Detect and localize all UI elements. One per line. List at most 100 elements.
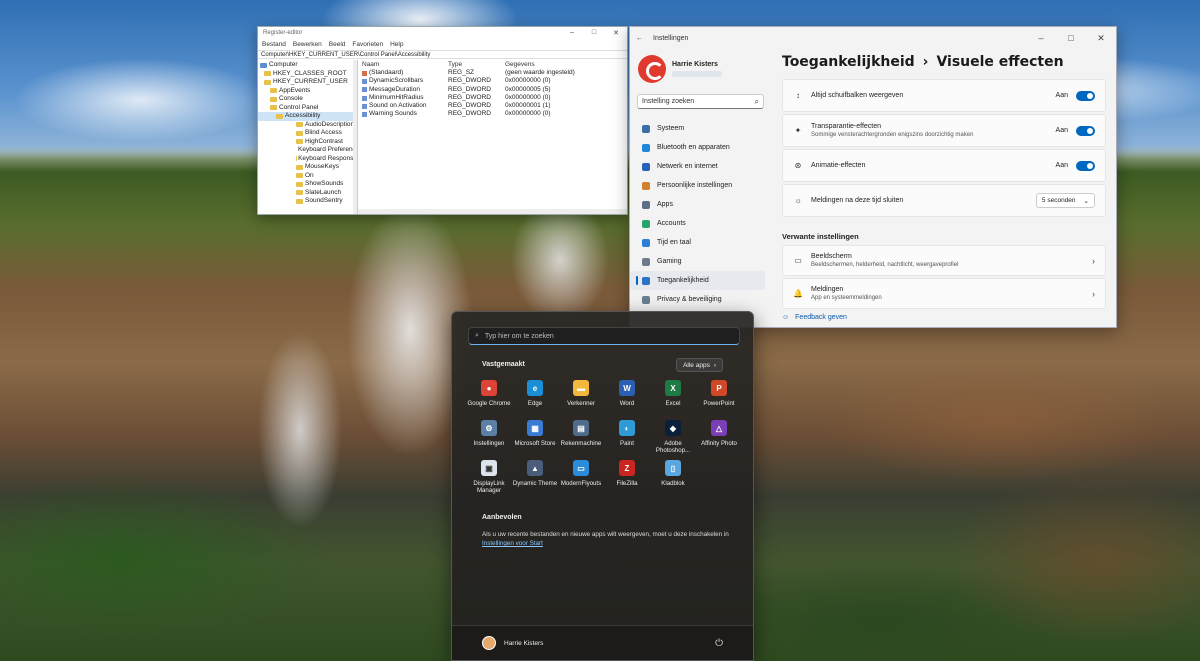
value-data: 0x00000001 (1) xyxy=(505,102,551,110)
menu-item[interactable]: Beeld xyxy=(329,41,346,48)
search-icon[interactable]: ⌕ xyxy=(755,97,759,107)
power-icon[interactable]: ⏻ xyxy=(715,638,723,649)
regedit-titlebar[interactable]: Register-editor – □ ✕ xyxy=(258,27,627,39)
nav-item-toegankelijkheid[interactable]: Toegankelijkheid xyxy=(630,271,765,290)
maximize-icon[interactable]: □ xyxy=(1056,33,1086,44)
related-setting-beeldscherm[interactable]: ▭ Beeldscherm Beeldschermen, helderheid, n… xyxy=(782,245,1106,276)
registry-editor-window[interactable]: Register-editor – □ ✕ Bestand Bewerken Bee… xyxy=(257,26,628,215)
app-excel[interactable]: X Excel xyxy=(650,380,696,420)
nav-item-bluetooth-en-apparaten[interactable]: Bluetooth en apparaten xyxy=(630,138,765,157)
table-row[interactable]: Sound on Activation REG_DWORD 0x00000001 (… xyxy=(358,102,627,110)
table-row[interactable]: (Standaard) REG_SZ (geen waarde ingesteld) xyxy=(358,69,627,77)
column-type[interactable]: Type xyxy=(448,60,505,69)
nav-item-label: Tijd en taal xyxy=(657,239,691,246)
column-data[interactable]: Gegevens xyxy=(505,60,627,69)
nav-item-apps[interactable]: Apps xyxy=(630,195,765,214)
toggle-switch[interactable] xyxy=(1076,160,1095,171)
table-row[interactable]: MessageDuration REG_DWORD 0x00000005 (5) xyxy=(358,86,627,94)
app-paint[interactable]: ◐ Paint xyxy=(604,420,650,460)
tree-node[interactable]: Keyboard Response xyxy=(258,155,357,164)
back-arrow-icon[interactable]: ← xyxy=(636,35,643,42)
start-settings-link[interactable]: Instellingen voor Start xyxy=(482,540,543,547)
tree-node[interactable]: HighContrast xyxy=(258,138,357,147)
tree-node[interactable]: ShowSounds xyxy=(258,180,357,189)
string-value-icon xyxy=(362,70,367,76)
start-search-input[interactable]: ⌕ Typ hier om te zoeken xyxy=(468,327,740,345)
breadcrumb-parent[interactable]: Toegankelijkheid xyxy=(782,54,915,70)
binary-value-icon xyxy=(362,95,367,101)
settings-titlebar[interactable]: ← Instellingen – □ ✕ xyxy=(630,27,1116,49)
nav-item-persoonlijke-instellingen[interactable]: Persoonlijke instellingen xyxy=(630,176,765,195)
all-apps-button[interactable]: Alle apps › xyxy=(676,358,723,372)
nav-item-netwerk-en-internet[interactable]: Netwerk en internet xyxy=(630,157,765,176)
tree-node[interactable]: MouseKeys xyxy=(258,163,357,172)
tree-node[interactable]: SoundSentry xyxy=(258,197,357,206)
settings-content: Toegankelijkheid › Visuele effecten ↕ Alt… xyxy=(782,49,1106,327)
nav-item-tijd-en-taal[interactable]: Tijd en taal xyxy=(630,233,765,252)
tree-node[interactable]: Keyboard Preference xyxy=(258,146,357,155)
app-label: Adobe Photoshop... xyxy=(655,440,691,454)
settings-window[interactable]: ← Instellingen – □ ✕ Harrie Kisters Inst… xyxy=(629,26,1117,328)
notification-duration-dropdown[interactable]: 5 seconden ⌄ xyxy=(1035,193,1095,208)
profile-name: Harrie Kisters xyxy=(672,61,718,68)
tree-node[interactable]: HKEY_CLASSES_ROOT xyxy=(258,70,357,79)
menu-item[interactable]: Help xyxy=(390,41,403,48)
app-affinity-photo[interactable]: △ Affinity Photo xyxy=(696,420,742,460)
app-dynamic-theme[interactable]: ▲ Dynamic Theme xyxy=(512,460,558,500)
app-edge[interactable]: e Edge xyxy=(512,380,558,420)
nav-item-gaming[interactable]: Gaming xyxy=(630,252,765,271)
toggle-switch[interactable] xyxy=(1076,125,1095,136)
regedit-address-bar[interactable]: Computer\HKEY_CURRENT_USER\Control Panel… xyxy=(258,50,627,59)
user-avatar[interactable] xyxy=(482,636,496,650)
tree-node[interactable]: Blind Access xyxy=(258,129,357,138)
app-google-chrome[interactable]: ● Google Chrome xyxy=(466,380,512,420)
app-modernflyouts[interactable]: ▭ ModernFlyouts xyxy=(558,460,604,500)
feedback-link[interactable]: ☺ Feedback geven xyxy=(782,314,1106,321)
profile-card[interactable]: Harrie Kisters xyxy=(630,49,771,89)
setting-label: Animatie-effecten xyxy=(811,162,866,169)
tree-node[interactable]: SlateLaunch xyxy=(258,189,357,198)
minimize-icon[interactable]: – xyxy=(561,29,583,37)
app-displaylink-manager[interactable]: ▣ DisplayLink Manager xyxy=(466,460,512,500)
minimize-icon[interactable]: – xyxy=(1026,33,1056,44)
menu-item[interactable]: Favorieten xyxy=(352,41,383,48)
app-powerpoint[interactable]: P PowerPoint xyxy=(696,380,742,420)
values-scrollbar[interactable] xyxy=(358,209,627,214)
app-filezilla[interactable]: Z FileZilla xyxy=(604,460,650,500)
maximize-icon[interactable]: □ xyxy=(583,29,605,37)
nav-item-privacy-beveiliging[interactable]: Privacy & beveiliging xyxy=(630,290,765,309)
app-word[interactable]: W Word xyxy=(604,380,650,420)
app-verkenner[interactable]: ▬ Verkenner xyxy=(558,380,604,420)
tree-node[interactable]: AppEvents xyxy=(258,87,357,96)
tree-node[interactable]: Computer xyxy=(258,61,357,70)
tree-node[interactable]: Console xyxy=(258,95,357,104)
table-row[interactable]: MinimumHitRadius REG_DWORD 0x00000000 (0) xyxy=(358,94,627,102)
app-rekenmachine[interactable]: ▤ Rekenmachine xyxy=(558,420,604,460)
tree-node[interactable]: Control Panel xyxy=(258,104,357,113)
tree-node[interactable]: HKEY_CURRENT_USER xyxy=(258,78,357,87)
table-row[interactable]: DynamicScrollbars REG_DWORD 0x00000000 (0) xyxy=(358,77,627,85)
table-row[interactable]: Warning Sounds REG_DWORD 0x00000000 (0) xyxy=(358,110,627,118)
start-user-name[interactable]: Harrie Kisters xyxy=(504,640,543,647)
app-adobe-photoshop-[interactable]: ◆ Adobe Photoshop... xyxy=(650,420,696,460)
tree-scrollbar[interactable] xyxy=(353,60,357,214)
tree-node[interactable]: Accessibility xyxy=(258,112,357,121)
nav-item-accounts[interactable]: Accounts xyxy=(630,214,765,233)
toggle-switch[interactable] xyxy=(1076,90,1095,101)
app-label: FileZilla xyxy=(616,480,638,487)
tree-node[interactable]: AudioDescription xyxy=(258,121,357,130)
app-instellingen[interactable]: ⚙ Instellingen xyxy=(466,420,512,460)
menu-item[interactable]: Bestand xyxy=(262,41,286,48)
app-kladblok[interactable]: ▯ Kladblok xyxy=(650,460,696,500)
regedit-tree: Computer HKEY_CLASSES_ROOT HKEY_CURRENT_US… xyxy=(258,60,358,214)
settings-search-input[interactable]: Instelling zoeken ⌕ xyxy=(637,94,764,109)
value-name-cell: MessageDuration xyxy=(358,86,448,94)
column-name[interactable]: Naam xyxy=(358,60,448,69)
app-microsoft-store[interactable]: ▦ Microsoft Store xyxy=(512,420,558,460)
menu-item[interactable]: Bewerken xyxy=(293,41,322,48)
tree-node[interactable]: On xyxy=(258,172,357,181)
related-setting-meldingen[interactable]: 🔔 Meldingen App en systeemmeldingen › xyxy=(782,278,1106,309)
nav-item-systeem[interactable]: Systeem xyxy=(630,119,765,138)
close-icon[interactable]: ✕ xyxy=(605,29,627,37)
close-icon[interactable]: ✕ xyxy=(1086,33,1116,44)
